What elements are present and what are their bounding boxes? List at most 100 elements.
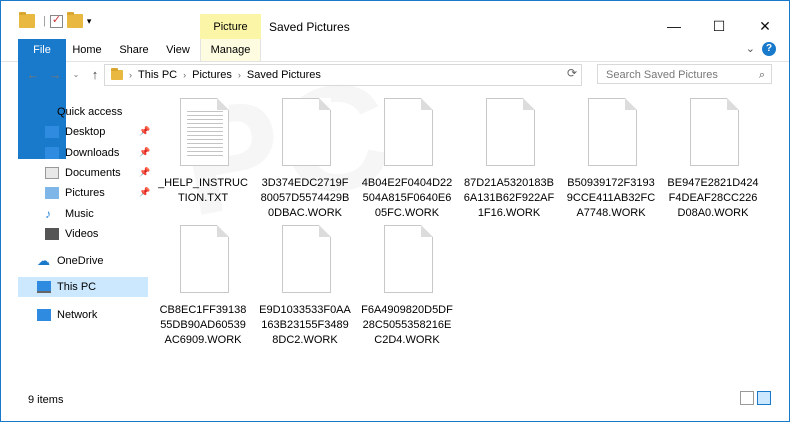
file-name: BE947E2821D424F4DEAF28CC226D08A0.WORK [667,177,759,219]
address-bar[interactable]: › This PC › Pictures › Saved Pictures ⟳ [104,64,582,86]
blank-file-icon [588,98,637,166]
window-title: Saved Pictures [269,20,350,34]
status-item-count: 9 items [28,394,64,406]
search-placeholder: Search Saved Pictures [606,69,718,81]
chevron-right-icon[interactable]: › [238,70,241,80]
file-item[interactable]: B50939172F31939CCE411AB32FCA7748.WORK [561,95,661,219]
nav-label: Documents [65,167,121,179]
forward-arrow-icon[interactable]: → [47,65,63,85]
recent-locations-icon[interactable]: ⌄ [68,65,84,85]
file-name: 4B04E2F0404D22504A815F0640E605FC.WORK [361,177,453,219]
file-name: 3D374EDC2719F80057D5574429B0DBAC.WORK [260,177,350,219]
folder-icon[interactable] [19,12,35,28]
search-icon[interactable]: ⌕ [759,65,765,85]
blank-file-icon [282,225,331,293]
file-name: CB8EC1FF3913855DB90AD60539AC6909.WORK [159,304,247,346]
tab-view[interactable]: View [161,39,195,61]
nav-label: Downloads [65,147,120,159]
file-name: E9D1033533F0AA163B23155F34898DC2.WORK [259,304,351,346]
chevron-right-icon[interactable]: › [129,70,132,80]
search-input[interactable]: Search Saved Pictures ⌕ [597,64,772,84]
details-view-icon[interactable] [740,391,754,405]
network-icon [37,309,51,321]
nav-label: Videos [65,228,99,240]
minimize-button[interactable]: — [654,13,694,39]
desktop-icon [45,126,59,138]
explorer-window: PC | ▾ Picture Tools Saved Pictures — ☐ … [0,0,790,422]
tab-home[interactable]: Home [69,39,105,61]
nav-item-desktop[interactable]: Desktop [45,122,105,142]
file-item[interactable]: _HELP_INSTRUCTION.TXT [153,95,253,215]
breadcrumb-pictures[interactable]: Pictures [192,69,232,81]
videos-icon [45,228,59,240]
cloud-icon: ☁ [37,253,50,268]
title-bar: | ▾ Picture Tools Saved Pictures — ☐ ✕ [1,1,789,59]
nav-item-pictures[interactable]: Pictures [45,183,105,203]
quick-access-toolbar: | ▾ [19,12,92,28]
file-item[interactable]: CB8EC1FF3913855DB90AD60539AC6909.WORK [153,222,253,346]
blank-file-icon [690,98,739,166]
nav-item-documents[interactable]: Documents [45,163,121,183]
blank-file-icon [282,98,331,166]
pictures-icon [45,187,59,199]
close-button[interactable]: ✕ [745,13,785,39]
blank-file-icon [384,98,433,166]
nav-label: Network [57,309,98,321]
pin-icon[interactable]: 📌 [139,187,150,198]
file-item[interactable]: 3D374EDC2719F80057D5574429B0DBAC.WORK [255,95,355,219]
nav-label: Pictures [65,187,105,199]
blank-file-icon [180,225,229,293]
nav-item-music[interactable]: ♪ Music [45,204,94,224]
maximize-button[interactable]: ☐ [699,13,739,39]
toolbar-separator: | [43,15,46,27]
location-folder-icon [111,68,123,80]
music-icon: ♪ [45,207,51,221]
file-list: _HELP_INSTRUCTION.TXT 3D374EDC2719F80057… [153,95,783,390]
file-item[interactable]: BE947E2821D424F4DEAF28CC226D08A0.WORK [663,95,763,219]
nav-item-videos[interactable]: Videos [45,224,98,244]
navigation-pane: ★ Quick access Desktop Downloads Documen… [1,95,151,395]
file-item[interactable]: E9D1033533F0AA163B23155F34898DC2.WORK [255,222,355,346]
blank-file-icon [486,98,535,166]
nav-network[interactable]: Network [37,305,97,325]
documents-icon [45,167,59,179]
nav-quick-access[interactable]: ★ Quick access [37,102,122,122]
address-row: ← → ⌄ ↑ › This PC › Pictures › Saved Pic… [1,62,789,88]
pin-icon[interactable]: 📌 [139,167,150,178]
up-arrow-icon[interactable]: ↑ [87,65,103,85]
nav-label: Music [65,208,94,220]
tab-manage[interactable]: Manage [200,39,261,61]
new-folder-icon[interactable] [66,12,83,28]
nav-label: OneDrive [57,255,104,267]
help-icon[interactable]: ? [762,42,776,56]
chevron-right-icon[interactable]: › [183,70,186,80]
nav-label: Desktop [65,126,106,138]
properties-icon[interactable] [49,13,63,28]
blank-file-icon [384,225,433,293]
nav-item-downloads[interactable]: Downloads [45,143,119,163]
view-switcher [740,391,771,405]
file-item[interactable]: F6A4909820D5DF28C5055358216EC2D4.WORK [357,222,457,346]
nav-label: Quick access [57,106,123,118]
tab-share[interactable]: Share [117,39,151,61]
file-name: 87D21A5320183B6A131B62F922AF1F16.WORK [463,177,555,219]
breadcrumb-saved-pictures[interactable]: Saved Pictures [247,69,321,81]
ribbon-tabs: File Home Share View Manage ⌄ ? [1,39,789,159]
file-item[interactable]: 87D21A5320183B6A131B62F922AF1F16.WORK [459,95,559,219]
back-arrow-icon[interactable]: ← [25,65,41,85]
nav-onedrive[interactable]: ☁ OneDrive [37,251,103,271]
large-icons-view-icon[interactable] [757,391,771,405]
refresh-icon[interactable]: ⟳ [567,66,577,80]
pin-icon[interactable]: 📌 [139,147,150,158]
computer-icon [37,281,51,293]
nav-label: This PC [57,281,97,293]
expand-ribbon-icon[interactable]: ⌄ [746,42,755,55]
customize-dropdown-icon[interactable]: ▾ [87,16,92,27]
nav-this-pc[interactable]: This PC [37,277,96,297]
file-item[interactable]: 4B04E2F0404D22504A815F0640E605FC.WORK [357,95,457,219]
downloads-icon [45,147,59,159]
pin-icon[interactable]: 📌 [139,126,150,137]
file-name: B50939172F31939CCE411AB32FCA7748.WORK [566,177,656,219]
breadcrumb-this-pc[interactable]: This PC [138,69,177,81]
file-name: F6A4909820D5DF28C5055358216EC2D4.WORK [361,304,453,346]
